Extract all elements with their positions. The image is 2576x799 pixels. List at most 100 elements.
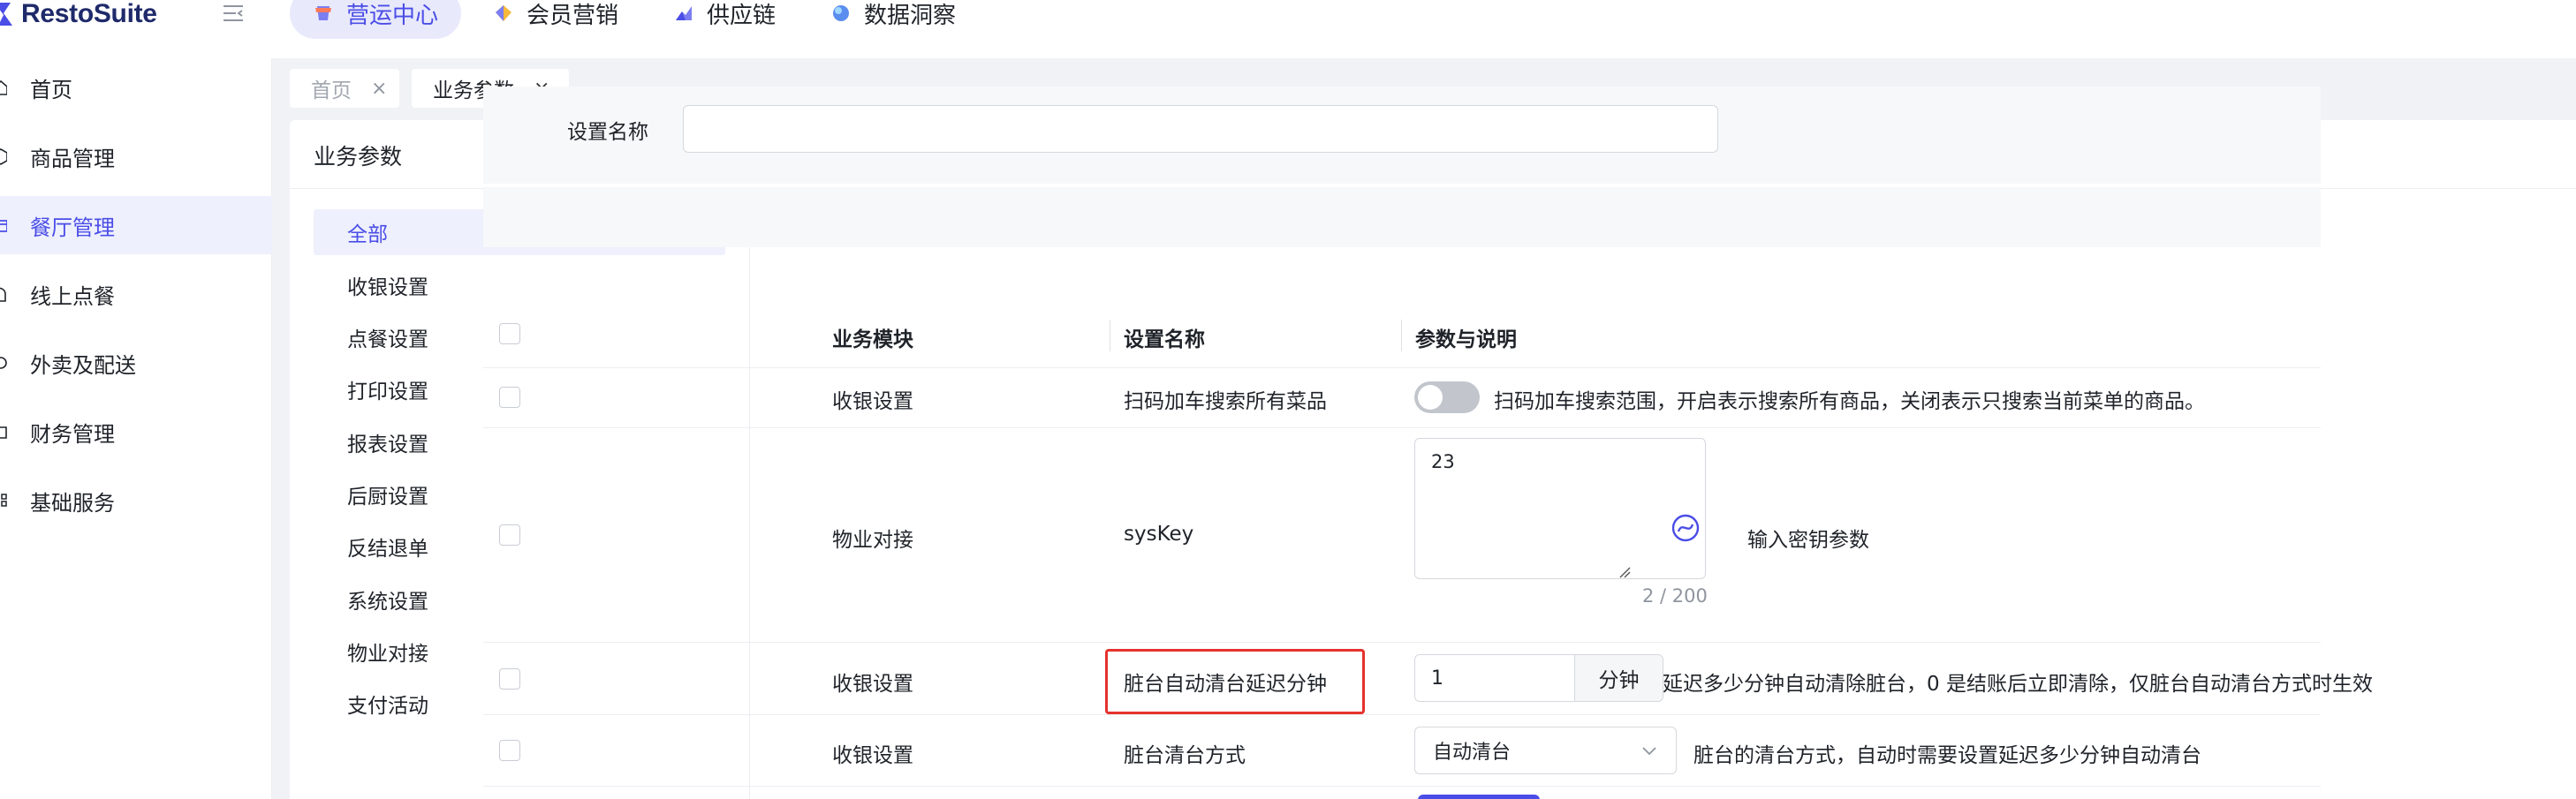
- filter-label: 设置名称: [567, 121, 648, 144]
- select-value: 自动清台: [1433, 742, 1512, 764]
- chevron-down-icon: [1640, 742, 1658, 759]
- category-label: 收银设置: [347, 276, 428, 299]
- shop-icon: [313, 3, 334, 24]
- row-divider: [483, 642, 2321, 643]
- tab-label: 首页: [311, 79, 352, 102]
- close-icon[interactable]: ×: [371, 78, 387, 100]
- topnav-supply-chain[interactable]: 供应链: [650, 0, 799, 39]
- cell-description: 延迟多少分钟自动清除脏台，0 是结账后立即清除，仅脏台自动清台方式时生效: [1663, 673, 2373, 696]
- logo-icon: [0, 1, 14, 27]
- sidebar-item-label: 财务管理: [30, 421, 115, 447]
- unit-suffix: 分钟: [1574, 655, 1663, 701]
- sidebar-item-online-order[interactable]: 线上点餐: [0, 265, 272, 323]
- row-checkbox[interactable]: [499, 740, 520, 761]
- generate-key-icon[interactable]: [1670, 512, 1701, 544]
- delivery-icon: [0, 354, 7, 372]
- page-title: 业务参数: [314, 144, 403, 170]
- cell-setting-name: 脏台清台方式: [1124, 744, 1246, 767]
- row-checkbox[interactable]: [499, 387, 520, 408]
- partial-button[interactable]: [1418, 795, 1540, 799]
- sidebar: 首页 商品管理 餐厅管理 线上点餐 外卖及配送 财务管理 基础服务: [0, 58, 272, 799]
- cell-module: 收银设置: [832, 673, 913, 696]
- sidebar-item-label: 线上点餐: [30, 283, 115, 309]
- sidebar-item-products[interactable]: 商品管理: [0, 127, 272, 185]
- category-item[interactable]: 报表设置: [314, 419, 725, 465]
- box-icon: [0, 147, 7, 165]
- cell-description: 扫码加车搜索范围，开启表示搜索所有商品，关闭表示只搜索当前菜单的商品。: [1494, 390, 2205, 413]
- diamond-icon: [493, 3, 514, 24]
- sidebar-item-basic-service[interactable]: 基础服务: [0, 471, 272, 530]
- sidebar-item-restaurant[interactable]: 餐厅管理: [0, 196, 272, 254]
- character-counter: 2 / 200: [1642, 585, 1708, 607]
- syskey-textarea[interactable]: [1414, 438, 1706, 579]
- sidebar-item-home[interactable]: 首页: [0, 58, 272, 117]
- category-label: 反结退单: [347, 538, 428, 561]
- topnav-member-marketing[interactable]: 会员营销: [470, 0, 641, 39]
- delay-minutes-input-group: 分钟: [1414, 654, 1663, 702]
- row-divider: [483, 714, 2321, 715]
- cell-module: 收银设置: [832, 744, 913, 767]
- sidebar-item-delivery[interactable]: 外卖及配送: [0, 334, 272, 392]
- cell-setting-name: 脏台自动清台延迟分钟: [1124, 673, 1327, 696]
- column-header-name: 设置名称: [1124, 328, 1205, 351]
- store-icon: [0, 216, 7, 234]
- column-header-params: 参数与说明: [1415, 328, 1517, 351]
- row-checkbox[interactable]: [499, 668, 520, 690]
- sidebar-item-label: 首页: [30, 77, 72, 102]
- scan-search-all-toggle[interactable]: [1414, 381, 1480, 413]
- home-icon: [0, 79, 7, 96]
- category-label: 系统设置: [347, 591, 428, 614]
- category-label: 支付活动: [347, 695, 428, 718]
- row-divider: [483, 786, 2321, 787]
- grid-icon: [0, 492, 7, 509]
- topnav-label: 营运中心: [346, 2, 439, 29]
- category-label: 物业对接: [347, 643, 428, 666]
- sidebar-item-finance[interactable]: 财务管理: [0, 403, 272, 461]
- clear-mode-select[interactable]: 自动清台: [1414, 727, 1677, 774]
- row-divider: [483, 427, 2321, 428]
- category-item[interactable]: 收银设置: [314, 262, 725, 308]
- sidebar-item-label: 外卖及配送: [30, 352, 136, 378]
- select-all-checkbox[interactable]: [499, 323, 520, 344]
- menu-collapse-icon[interactable]: [221, 2, 247, 25]
- category-label: 全部: [347, 223, 388, 246]
- divider: [749, 189, 750, 799]
- setting-name-search-input[interactable]: [683, 105, 1718, 153]
- sidebar-item-label: 商品管理: [30, 146, 115, 171]
- tab-home[interactable]: 首页 ×: [290, 69, 399, 108]
- globe-icon: [830, 3, 852, 24]
- logo-text: RestoSuite: [21, 0, 157, 28]
- column-header-module: 业务模块: [832, 328, 913, 351]
- category-item[interactable]: 物业对接: [314, 629, 725, 675]
- column-separator: [1401, 320, 1402, 351]
- category-label: 报表设置: [347, 433, 428, 456]
- resize-handle[interactable]: [1618, 565, 1631, 578]
- cell-setting-name: sysKey: [1124, 523, 1194, 546]
- topnav-label: 供应链: [707, 2, 777, 29]
- category-item[interactable]: 系统设置: [314, 577, 725, 622]
- category-label: 后厨设置: [347, 486, 428, 509]
- hand-icon: [0, 285, 7, 303]
- top-nav: 营运中心 会员营销 供应链 数据洞察: [290, 0, 988, 39]
- cell-setting-name: 扫码加车搜索所有菜品: [1124, 390, 1327, 413]
- delay-minutes-input[interactable]: [1415, 655, 1574, 701]
- row-divider: [483, 367, 2321, 368]
- topnav-ops-center[interactable]: 营运中心: [290, 0, 462, 39]
- row-checkbox[interactable]: [499, 524, 520, 546]
- category-label: 打印设置: [347, 381, 428, 403]
- topnav-label: 会员营销: [527, 2, 619, 29]
- table-header: [483, 187, 2321, 247]
- sidebar-item-label: 基础服务: [30, 490, 115, 516]
- category-list: 全部 收银设置 点餐设置 打印设置 报表设置 后厨设置 反结退单 系统设置 物业…: [290, 189, 749, 799]
- wallet-icon: [0, 423, 7, 441]
- sidebar-item-label: 餐厅管理: [30, 215, 115, 240]
- topnav-data-insights[interactable]: 数据洞察: [807, 0, 979, 39]
- cell-module: 收银设置: [832, 390, 913, 413]
- chart-icon: [673, 3, 694, 24]
- category-item[interactable]: 后厨设置: [314, 471, 725, 517]
- top-bar: RestoSuite 营运中心 会员营销 供应链 数据洞察: [0, 0, 2576, 58]
- category-label: 点餐设置: [347, 328, 428, 351]
- topnav-label: 数据洞察: [864, 2, 957, 29]
- cell-module: 物业对接: [832, 529, 913, 552]
- logo[interactable]: RestoSuite: [0, 0, 157, 34]
